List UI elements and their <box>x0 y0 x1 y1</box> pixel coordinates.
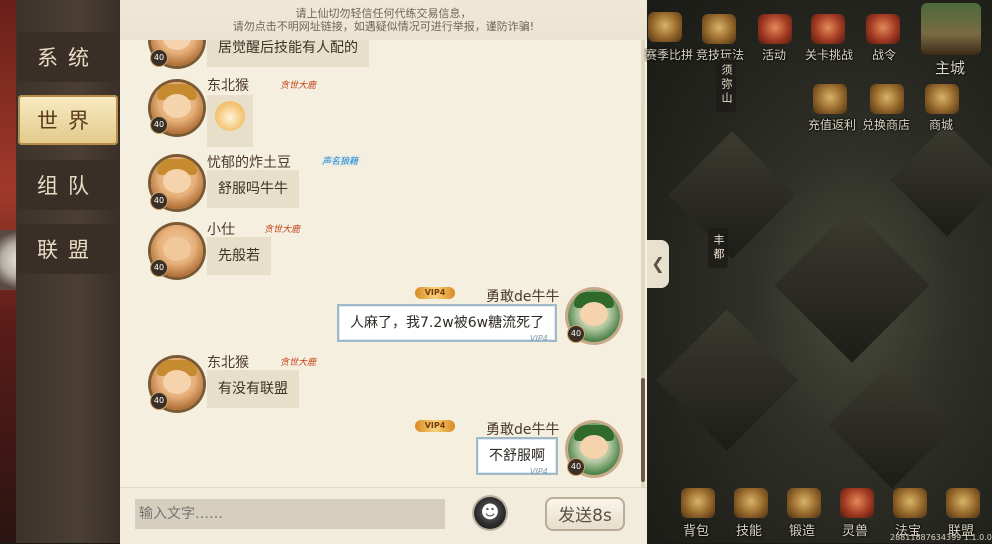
vip-badge: VIP4 <box>415 287 455 299</box>
chat-messages[interactable]: 请上仙切勿轻信任何代练交易信息， 请勿点击不明网址链接，如遇疑似情况可进行举报，… <box>120 0 647 487</box>
sender-name[interactable]: 勇敢de牛牛 <box>486 286 560 306</box>
level-badge: 40 <box>151 260 167 276</box>
tab-world[interactable]: 世界 <box>18 95 118 145</box>
chat-scrollbar-thumb[interactable] <box>641 378 645 482</box>
sender-name[interactable]: 小仕 <box>207 219 235 239</box>
level-badge: 40 <box>151 117 167 133</box>
world-map[interactable] <box>647 0 992 543</box>
map-label[interactable]: 关卡挑战 <box>805 46 853 63</box>
map-label[interactable]: 充值返利 <box>808 116 856 133</box>
level-badge: 40 <box>151 393 167 409</box>
map-label[interactable]: 战令 <box>872 46 896 63</box>
location-fengdu[interactable]: 丰都 <box>708 228 728 268</box>
event-icon[interactable] <box>758 14 792 44</box>
alliance-icon[interactable] <box>946 488 980 518</box>
main-city-label[interactable]: 主城 <box>935 57 965 78</box>
map-label[interactable]: 商城 <box>929 116 953 133</box>
arena-icon[interactable] <box>702 14 736 44</box>
map-label[interactable]: 锻造 <box>789 520 815 539</box>
treasure-icon[interactable] <box>893 488 927 518</box>
map-label[interactable]: 活动 <box>762 46 786 63</box>
sender-name[interactable]: 东北猴 <box>207 352 249 372</box>
level-badge: 40 <box>151 193 167 209</box>
title-badge: 声名狼藉 <box>322 157 359 167</box>
mountain <box>774 207 930 363</box>
level-badge: 40 <box>568 326 584 342</box>
message-bubble: 舒服吗牛牛 <box>207 170 299 208</box>
collapse-chat-chevron-icon[interactable]: ❮ <box>647 240 669 288</box>
sticker-bubble <box>207 95 253 147</box>
mountain <box>668 131 796 259</box>
title-badge: 贪世大鹿 <box>264 225 301 235</box>
map-label[interactable]: 灵兽 <box>842 520 868 539</box>
tab-alliance[interactable]: 联盟 <box>18 224 118 274</box>
sender-name[interactable]: 忧郁的炸土豆 <box>207 152 291 172</box>
message-bubble: 先般若 <box>207 237 271 275</box>
message-bubble: 人麻了，我7.2w被6w糖流死了 <box>337 304 558 342</box>
skill-icon[interactable] <box>734 488 768 518</box>
spirit-beast-icon[interactable] <box>840 488 874 518</box>
mountain <box>656 309 798 451</box>
chat-input[interactable] <box>135 499 445 529</box>
map-label[interactable]: 技能 <box>736 520 762 539</box>
recharge-rebate-icon[interactable] <box>813 84 847 114</box>
title-badge: 贪世大鹿 <box>280 358 317 368</box>
sender-name[interactable]: 勇敢de牛牛 <box>486 419 560 439</box>
message-bubble: 有没有联盟 <box>207 370 299 408</box>
tab-team[interactable]: 组队 <box>18 160 118 210</box>
map-label[interactable]: 兑换商店 <box>862 116 910 133</box>
doge-sticker-icon <box>215 101 245 131</box>
notice-line-1: 请上仙切勿轻信任何代练交易信息， <box>295 7 472 20</box>
forge-icon[interactable] <box>787 488 821 518</box>
level-badge: 40 <box>568 459 584 475</box>
mountain <box>828 361 956 489</box>
tab-system[interactable]: 系统 <box>18 32 118 82</box>
map-label[interactable]: 背包 <box>683 520 709 539</box>
mountain <box>890 123 992 237</box>
backpack-icon[interactable] <box>681 488 715 518</box>
map-label[interactable]: 赛季比拼 <box>645 46 693 63</box>
channel-tabs: 系统 世界 组队 联盟 <box>16 0 120 543</box>
title-badge: 贪世大鹿 <box>280 81 317 91</box>
vip-tag: VIP4 <box>530 334 548 343</box>
season-rank-icon[interactable] <box>648 12 682 42</box>
main-city-icon[interactable] <box>921 3 981 55</box>
location-sumeru[interactable]: 须弥山 <box>716 58 736 112</box>
version-id: 28811887634399 1.1.0.0 <box>890 533 992 542</box>
anti-fraud-notice: 请上仙切勿轻信任何代练交易信息， 请勿点击不明网址链接，如遇疑似情况可进行举报，… <box>120 0 647 40</box>
stage-challenge-icon[interactable] <box>811 14 845 44</box>
sender-name[interactable]: 东北猴 <box>207 75 249 95</box>
exchange-shop-icon[interactable] <box>870 84 904 114</box>
level-badge: 40 <box>151 50 167 66</box>
notice-line-2: 请勿点击不明网址链接，如遇疑似情况可进行举报，谨防诈骗! <box>232 20 535 33</box>
send-button[interactable]: 发送8s <box>545 497 625 531</box>
vip-badge: VIP4 <box>415 420 455 432</box>
emoji-icon[interactable]: ☻ <box>474 497 506 529</box>
vip-tag: VIP4 <box>530 467 548 476</box>
mall-icon[interactable] <box>925 84 959 114</box>
battle-pass-icon[interactable] <box>866 14 900 44</box>
